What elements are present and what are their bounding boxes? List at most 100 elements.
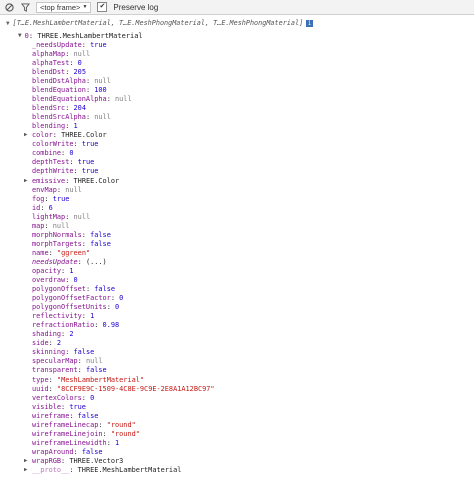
console-toolbar: <top frame> ▼ ✔ Preserve log [0,0,474,15]
property-row: blendSrc: 204 [32,104,86,113]
property-row: type: "MeshLambertMaterial" [32,375,145,384]
property-value: 0 [73,276,78,285]
property-row[interactable]: ▶ emissive: THREE.Color [24,176,474,186]
property-key: visible [32,402,62,411]
property-key: morphNormals [32,230,82,239]
property-value: 204 [73,104,86,113]
property-value: THREE.Color [61,131,107,140]
array-summary[interactable]: ▼ [T…E.MeshLambertMaterial, T…E.MeshPhon… [0,15,474,31]
preserve-log-checkbox[interactable]: ✔ [97,2,108,12]
property-value: false [90,230,111,239]
property-row[interactable]: ▶ wrapRGB: THREE.Vector3 [24,456,474,466]
property-row: visible: true [32,402,86,411]
property-key: overdraw [32,276,66,285]
expand-triangle-icon[interactable]: ▼ [18,32,22,39]
property-value: 1 [115,438,120,447]
property-key: side [32,339,49,348]
property-value: null [73,212,91,221]
property-list: _needsUpdate: true alphaMap: null alphaTes… [0,41,474,475]
property-row: polygonOffsetUnits: 0 [32,303,120,312]
property-value: false [77,411,99,420]
property-key: fog [32,194,45,203]
property-key: lightMap [32,212,66,221]
property-key: blendDst [32,67,66,76]
property-value: 0 [69,149,74,158]
property-key: wireframeLinewidth [32,438,107,447]
info-icon[interactable]: i [306,19,314,27]
expand-triangle-icon[interactable]: ▶ [24,131,27,140]
property-key: reflectivity [32,312,82,321]
property-key: wireframeLinecap [32,420,99,429]
property-row: blendEquation: 100 [32,86,107,95]
property-row: alphaTest: 0 [32,58,82,67]
property-key: wireframeLinejoin [32,429,103,438]
property-key: polygonOffset [32,285,86,294]
property-row: polygonOffset: false [32,285,115,294]
property-row: blendDst: 205 [32,67,86,76]
property-key: wrapAround [32,447,74,456]
chevron-down-icon: ▼ [82,4,88,10]
property-row: morphTargets: false [32,239,111,248]
property-key: blendDstAlpha [32,76,86,85]
property-row[interactable]: ▶ __proto__: THREE.MeshLambertMaterial [24,466,474,475]
property-row[interactable]: ▶ color: THREE.Color [24,131,474,140]
property-key: __proto__ [32,466,70,474]
object-header[interactable]: ▼ 0: THREE.MeshLambertMaterial [0,31,474,41]
property-value: "8CCF9E9C-1509-4C8E-9C9E-2E8A1A12BC97" [56,384,215,393]
property-row: blending: 1 [32,122,78,131]
property-key: wireframe [32,411,70,420]
property-key: morphTargets [32,239,82,248]
property-value: true [77,158,95,167]
property-key: polygonOffsetFactor [32,294,111,303]
property-row: blendDstAlpha: null [32,76,111,85]
property-row: map: null [32,221,70,230]
frame-selector-label: <top frame> [40,2,81,12]
expand-triangle-icon[interactable]: ▶ [24,457,27,466]
property-key: opacity [32,266,62,275]
property-value: true [81,167,99,176]
property-value: 1 [90,312,95,321]
property-key: combine [32,149,62,158]
expand-triangle-icon[interactable]: ▼ [6,20,10,27]
property-row: polygonOffsetFactor: 0 [32,294,124,303]
property-value: 0 [77,58,82,67]
expand-triangle-icon[interactable]: ▶ [24,466,27,475]
property-row: transparent: false [32,366,107,375]
property-key: envMap [32,185,57,194]
property-value: true [90,40,107,49]
property-row: vertexColors: 0 [32,393,95,402]
property-value: THREE.Vector3 [69,456,124,465]
property-row: overdraw: 0 [32,276,78,285]
property-row: combine: 0 [32,149,74,158]
property-row: wireframeLinecap: "round" [32,420,136,429]
property-value: null [94,113,111,122]
property-key: depthWrite [32,167,74,176]
property-key: name [32,248,49,257]
property-key: depthTest [32,158,70,167]
property-value: 0 [119,294,124,303]
frame-selector[interactable]: <top frame> ▼ [36,1,92,13]
filter-icon[interactable] [20,2,30,12]
property-row: _needsUpdate: true [32,40,107,49]
expand-triangle-icon[interactable]: ▶ [24,177,27,186]
property-key: needsUpdate [32,257,78,266]
property-value: 1 [69,266,74,275]
property-key: emissive [32,176,66,185]
property-value: null [115,95,132,104]
property-key: blendEquation [32,86,86,95]
property-row: needsUpdate: (...) [32,257,107,266]
clear-console-icon[interactable] [4,2,14,12]
property-value: false [85,366,107,375]
property-key: _needsUpdate [32,40,82,49]
property-value[interactable]: (...) [86,258,107,266]
property-value: null [65,185,82,194]
property-value: 1 [73,122,78,131]
property-value: true [52,194,70,203]
property-row: fog: true [32,194,70,203]
property-key: shading [32,330,62,339]
property-key: blendSrc [32,104,66,113]
property-row: alphaMap: null [32,49,91,58]
property-value: "ggreen" [56,248,91,257]
property-key: refractionRatio [32,321,95,330]
property-key: color [32,131,53,140]
